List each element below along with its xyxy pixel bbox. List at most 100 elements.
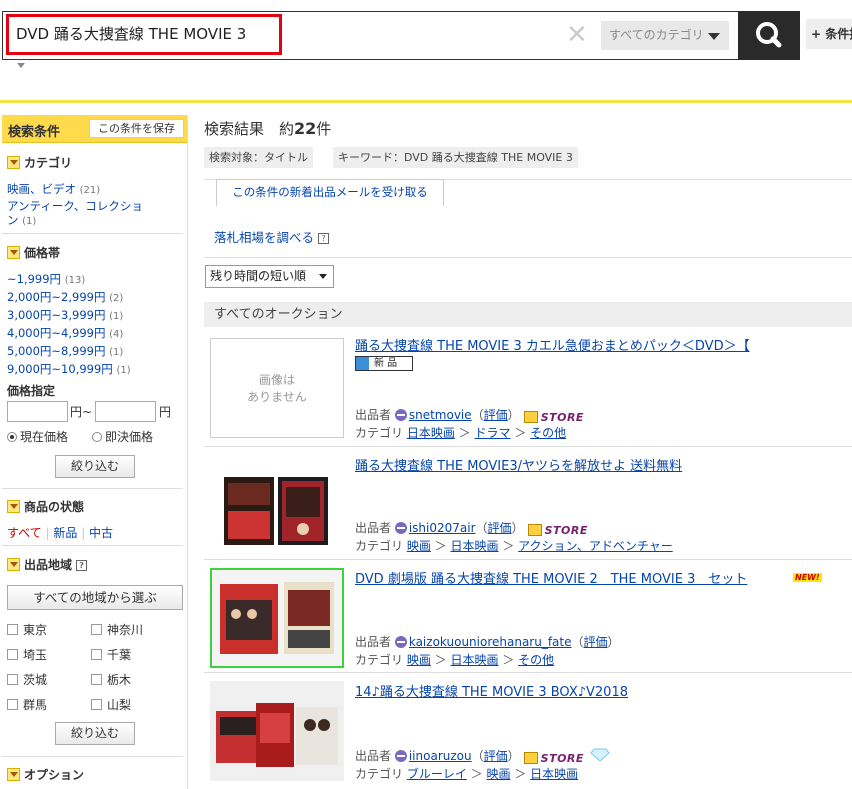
price-link-2[interactable]: 3,000円~3,999円 (1) <box>7 307 123 323</box>
region-checkbox-ibaraki[interactable]: 茨城 <box>7 671 47 688</box>
checkbox-label: 東京 <box>23 623 48 637</box>
collapse-icon <box>7 246 20 259</box>
category-link[interactable]: その他 <box>518 653 554 667</box>
category-section-title[interactable]: カテゴリ <box>7 154 72 171</box>
history-dropdown-icon[interactable] <box>17 63 25 68</box>
category-link-movie[interactable]: 映画、ビデオ (21) <box>7 181 100 197</box>
price-max-input[interactable] <box>95 401 156 422</box>
search-button[interactable] <box>738 11 800 60</box>
region-title-label: 出品地域 <box>24 558 73 572</box>
rating-link[interactable]: 評価 <box>488 521 512 535</box>
category-select[interactable]: すべてのカテゴリ <box>601 21 729 50</box>
option-section-title[interactable]: オプション <box>7 766 84 783</box>
category-link[interactable]: ブルーレイ <box>407 767 467 781</box>
new-listing-mail-link[interactable]: この条件の新着出品メールを受け取る <box>216 179 444 206</box>
price-link-0[interactable]: ~1,999円 (13) <box>7 271 85 287</box>
sort-select[interactable]: 残り時間の短い順 <box>205 265 334 288</box>
region-checkbox-gunma[interactable]: 群馬 <box>7 696 47 713</box>
region-checkbox-tokyo[interactable]: 東京 <box>7 621 47 638</box>
checkbox-label: 茨城 <box>23 673 48 687</box>
option-title-label: オプション <box>24 768 85 782</box>
list-item: 画像は ありません 踊る大捜査線 THE MOVIE 3 カエル急便おまとめパッ… <box>204 335 852 447</box>
search-box[interactable]: DVD 踊る大捜査線 THE MOVIE 3 ✕ すべてのカテゴリ <box>2 11 800 60</box>
collapse-icon <box>7 558 20 571</box>
condition-used[interactable]: 中古 <box>89 526 113 540</box>
sort-label: 残り時間の短い順 <box>210 269 307 283</box>
clear-icon[interactable]: ✕ <box>566 21 588 49</box>
market-price-link[interactable]: 落札相場を調べる? <box>214 227 330 246</box>
item-title-link[interactable]: DVD 劇場版 踊る大捜査線 THE MOVIE 2 THE MOVIE 3 セ… <box>355 568 747 587</box>
condition-all[interactable]: すべて <box>7 526 42 540</box>
region-checkbox-yamanashi[interactable]: 山梨 <box>91 696 131 713</box>
price-min-input[interactable] <box>7 401 68 422</box>
item-title-link[interactable]: 踊る大捜査線 THE MOVIE 3 カエル急便おまとめパック＜DVD＞【 <box>355 335 750 354</box>
region-checkbox-tochigi[interactable]: 栃木 <box>91 671 131 688</box>
category-link[interactable]: 映画 <box>407 653 431 667</box>
store-badge: STORE <box>523 752 584 765</box>
item-title-link[interactable]: 踊る大捜査線 THE MOVIE3/ヤツらを解放せよ 送料無料 <box>355 455 682 474</box>
region-checkbox-chiba[interactable]: 千葉 <box>91 646 131 663</box>
region-checkbox-saitama[interactable]: 埼玉 <box>7 646 47 663</box>
price-link-1[interactable]: 2,000円~2,999円 (2) <box>7 289 123 305</box>
rating-link[interactable]: 評価 <box>484 749 508 763</box>
category-link[interactable]: アクション、アドベンチャー <box>518 539 673 553</box>
condition-new[interactable]: 新品 <box>53 526 77 540</box>
category-line: カテゴリ 映画 ＞ 日本映画 ＞ その他 <box>355 653 555 667</box>
price-link-3[interactable]: 4,000円~4,999円 (4) <box>7 325 123 341</box>
category-link[interactable]: 映画 <box>407 539 431 553</box>
price-spec-title: 価格指定 <box>7 384 56 398</box>
search-input[interactable]: DVD 踊る大捜査線 THE MOVIE 3 <box>6 14 282 55</box>
region-section-title[interactable]: 出品地域? <box>7 556 88 573</box>
category-link[interactable]: 日本映画 <box>451 653 499 667</box>
tag-keyword: キーワード：DVD 踊る大捜査線 THE MOVIE 3 <box>333 147 578 168</box>
filter-button-region[interactable]: 絞り込む <box>55 722 135 745</box>
seller-link[interactable]: ishi0207air <box>409 521 476 535</box>
collapse-icon <box>7 156 20 169</box>
dvd-image <box>220 582 334 654</box>
no-image-placeholder[interactable]: 画像は ありません <box>210 338 344 438</box>
save-conditions-button[interactable]: この条件を保存 <box>89 119 184 138</box>
seller-link[interactable]: iinoaruzou <box>409 749 472 763</box>
rating-link[interactable]: 評価 <box>584 635 608 649</box>
category-title-label: カテゴリ <box>24 156 73 170</box>
price-link-4[interactable]: 5,000円~8,999円 (1) <box>7 343 123 359</box>
rating-link[interactable]: 評価 <box>484 408 508 422</box>
category-link-antique-cont[interactable]: ン (1) <box>7 212 36 228</box>
help-icon[interactable]: ? <box>76 560 88 571</box>
radio-current-price[interactable]: 現在価格 <box>7 428 68 445</box>
condition-filters: すべて | 新品 | 中古 <box>7 526 114 540</box>
all-regions-button[interactable]: すべての地域から選ぶ <box>7 585 183 610</box>
checkbox-label: 千葉 <box>107 648 132 662</box>
item-title-link[interactable]: 14♪踊る大捜査線 THE MOVIE 3 BOX♪V2018 <box>355 681 628 700</box>
category-link[interactable]: その他 <box>530 426 566 440</box>
collapse-icon <box>7 768 20 781</box>
checkbox-icon <box>7 699 18 710</box>
radio-label: 即決価格 <box>105 430 154 444</box>
price-link-5[interactable]: 9,000円~10,999円 (1) <box>7 361 131 377</box>
price-section-title[interactable]: 価格帯 <box>7 244 60 261</box>
item-thumbnail[interactable] <box>210 681 344 781</box>
seller-link[interactable]: kaizokuouniorehanaru_fate <box>409 635 572 649</box>
item-thumbnail[interactable] <box>210 568 344 668</box>
checkbox-label: 栃木 <box>107 673 132 687</box>
category-link[interactable]: 日本映画 <box>407 426 455 440</box>
seller-link[interactable]: snetmovie <box>409 408 472 422</box>
category-link[interactable]: 映画 <box>487 767 511 781</box>
filter-button[interactable]: 絞り込む <box>55 455 135 478</box>
category-label: カテゴリ <box>355 767 404 781</box>
category-link[interactable]: 日本映画 <box>451 539 499 553</box>
link-count: (4) <box>109 329 124 340</box>
condition-section-title[interactable]: 商品の状態 <box>7 498 84 515</box>
link-label: アンティーク、コレクショ <box>7 199 143 213</box>
radio-buynow-price[interactable]: 即決価格 <box>92 428 153 445</box>
results-count: 22 <box>294 119 317 138</box>
link-count: (1) <box>109 311 124 322</box>
item-thumbnail[interactable] <box>210 461 344 561</box>
region-checkbox-kanagawa[interactable]: 神奈川 <box>91 621 143 638</box>
condition-button[interactable]: + 条件指定 <box>806 19 852 49</box>
category-link[interactable]: 日本映画 <box>530 767 578 781</box>
help-icon[interactable]: ? <box>318 233 330 244</box>
price-title-label: 価格帯 <box>24 246 61 260</box>
category-link[interactable]: ドラマ <box>475 426 511 440</box>
radio-icon <box>92 432 102 442</box>
